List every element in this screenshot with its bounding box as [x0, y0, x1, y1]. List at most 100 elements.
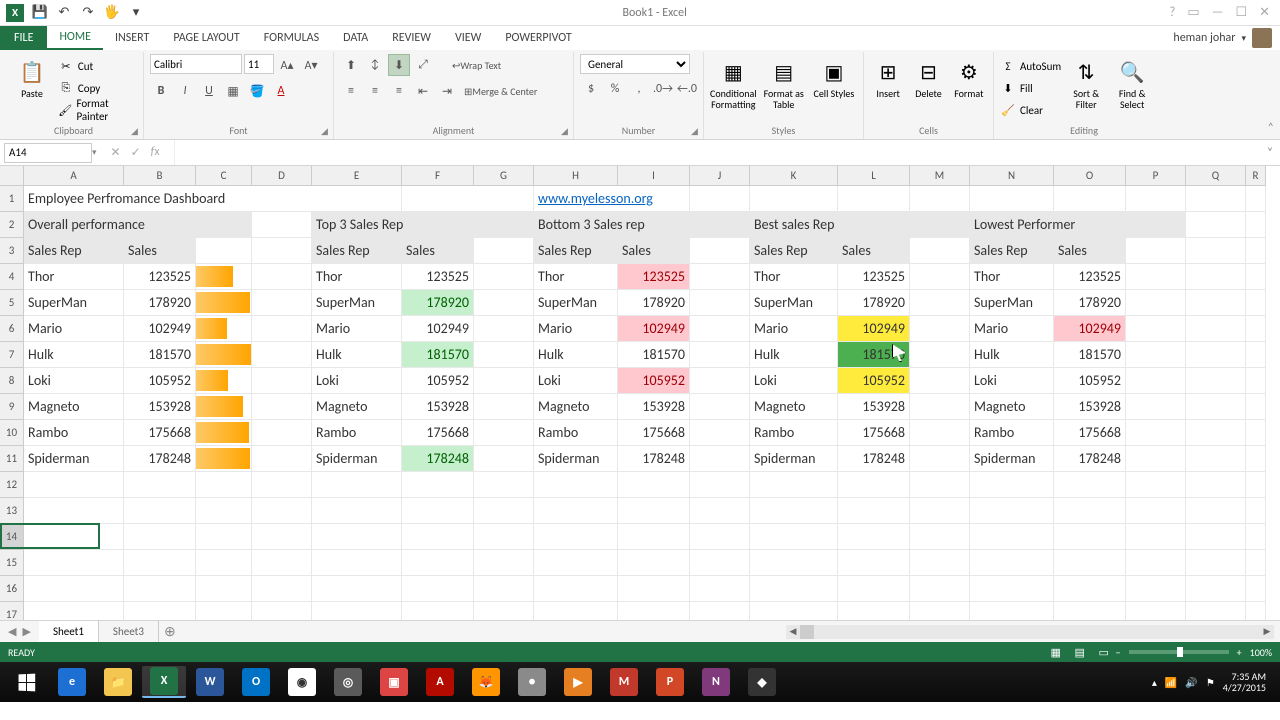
row-header-7[interactable]: 7 [0, 342, 24, 368]
cell[interactable]: Mario [970, 316, 1054, 341]
cell[interactable]: Spiderman [24, 446, 124, 471]
minimize-icon[interactable]: — [1212, 5, 1224, 20]
cell[interactable]: Loki [312, 368, 402, 393]
cell[interactable] [252, 342, 312, 367]
cell[interactable] [196, 368, 252, 393]
col-header-R[interactable]: R [1246, 166, 1266, 186]
cell[interactable]: Best sales Rep [750, 212, 970, 237]
cell[interactable] [1126, 446, 1186, 471]
insert-cells-button[interactable]: ⊞Insert [870, 54, 906, 99]
clipboard-launcher[interactable]: ◢ [131, 126, 141, 136]
zoom-out-button[interactable]: − [1116, 646, 1121, 659]
cell[interactable]: Hulk [534, 342, 618, 367]
cell[interactable] [910, 472, 970, 497]
cell[interactable] [1054, 602, 1126, 620]
align-center-button[interactable]: ≡ [364, 80, 386, 102]
cell[interactable] [910, 290, 970, 315]
cell[interactable] [196, 550, 252, 575]
cell[interactable]: 105952 [124, 368, 196, 393]
cell[interactable] [474, 290, 534, 315]
cell[interactable] [1126, 264, 1186, 289]
cell[interactable] [196, 342, 252, 367]
cell[interactable]: Hulk [312, 342, 402, 367]
row-header-13[interactable]: 13 [0, 498, 24, 524]
cell[interactable] [1126, 342, 1186, 367]
cell[interactable] [970, 498, 1054, 523]
cell[interactable]: 181570 [1054, 342, 1126, 367]
cell[interactable] [838, 576, 910, 601]
cell[interactable] [402, 186, 534, 211]
cell[interactable] [474, 498, 534, 523]
tray-sound-icon[interactable]: 🔊 [1185, 676, 1197, 689]
cell[interactable] [690, 342, 750, 367]
zoom-in-button[interactable]: + [1237, 646, 1242, 659]
cell[interactable]: Sales Rep [750, 238, 838, 263]
cell[interactable] [474, 368, 534, 393]
find-select-button[interactable]: 🔍Find & Select [1111, 54, 1153, 110]
cell[interactable]: Rambo [312, 420, 402, 445]
cell[interactable] [750, 550, 838, 575]
cell[interactable] [1246, 576, 1266, 601]
cell[interactable] [196, 524, 252, 549]
paste-button[interactable]: 📋 Paste [10, 54, 54, 99]
taskbar-outlook[interactable]: O [234, 666, 278, 698]
cell[interactable]: 123525 [402, 264, 474, 289]
cell[interactable] [474, 602, 534, 620]
cell[interactable] [1186, 472, 1246, 497]
copy-button[interactable]: ⎘Copy [58, 78, 137, 98]
row-header-11[interactable]: 11 [0, 446, 24, 472]
cell[interactable] [1054, 550, 1126, 575]
cell[interactable]: 178920 [402, 290, 474, 315]
cell[interactable] [196, 472, 252, 497]
number-format-select[interactable]: General [580, 54, 690, 74]
taskbar-excel[interactable]: X [142, 666, 186, 698]
cell[interactable]: 175668 [1054, 420, 1126, 445]
cell[interactable] [1186, 212, 1246, 237]
cell[interactable] [402, 602, 474, 620]
cell[interactable] [1186, 576, 1246, 601]
underline-button[interactable]: U [198, 80, 220, 102]
cell[interactable] [690, 290, 750, 315]
tab-file[interactable]: FILE [0, 26, 47, 50]
cell[interactable] [1126, 186, 1186, 211]
taskbar-app3[interactable]: ● [510, 666, 554, 698]
cell[interactable] [124, 576, 196, 601]
cell[interactable] [1186, 602, 1246, 620]
system-clock[interactable]: 7:35 AM 4/27/2015 [1223, 671, 1266, 693]
hscroll-right[interactable]: ▶ [1260, 625, 1274, 639]
cell[interactable] [1246, 368, 1266, 393]
cell[interactable] [1246, 394, 1266, 419]
cell[interactable] [1126, 472, 1186, 497]
cell[interactable] [24, 524, 124, 549]
enter-formula-icon[interactable]: ✓ [131, 145, 141, 160]
cell[interactable] [196, 602, 252, 620]
cell[interactable] [1186, 524, 1246, 549]
cell[interactable] [196, 264, 252, 289]
cell[interactable] [1126, 550, 1186, 575]
cell[interactable] [24, 472, 124, 497]
cell[interactable]: Hulk [750, 342, 838, 367]
cell[interactable] [196, 420, 252, 445]
cut-button[interactable]: ✂Cut [58, 56, 137, 76]
cell[interactable] [910, 576, 970, 601]
cell[interactable] [1054, 576, 1126, 601]
currency-button[interactable]: $ [580, 78, 602, 100]
expand-formula-bar[interactable]: ˅ [1260, 146, 1280, 160]
fill-button[interactable]: ⬇Fill [1000, 78, 1061, 98]
cell[interactable]: 102949 [838, 316, 910, 341]
cell[interactable]: Bottom 3 Sales rep [534, 212, 750, 237]
cell[interactable] [252, 602, 312, 620]
cell[interactable] [534, 472, 618, 497]
taskbar-ppt[interactable]: P [648, 666, 692, 698]
cell[interactable] [1126, 602, 1186, 620]
cell[interactable]: Mario [534, 316, 618, 341]
row-header-6[interactable]: 6 [0, 316, 24, 342]
maximize-icon[interactable]: ☐ [1235, 5, 1247, 20]
cell[interactable]: 102949 [124, 316, 196, 341]
cell[interactable] [402, 498, 474, 523]
cell[interactable] [1246, 186, 1266, 211]
cell[interactable]: 105952 [402, 368, 474, 393]
taskbar-onenote[interactable]: N [694, 666, 738, 698]
taskbar-media[interactable]: ▶ [556, 666, 600, 698]
comma-button[interactable]: , [628, 78, 650, 100]
